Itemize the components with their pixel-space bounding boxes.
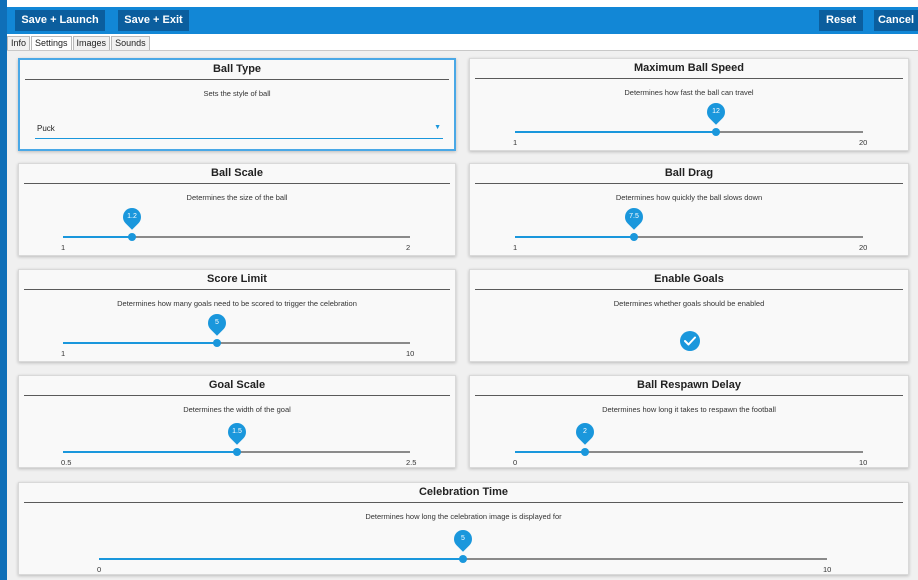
title-divider	[475, 289, 903, 290]
slider-value-label: 1.2	[127, 213, 138, 220]
slider-fill	[63, 342, 218, 344]
reset-button[interactable]: Reset	[819, 10, 863, 31]
slider-thumb[interactable]	[213, 339, 222, 347]
title-divider	[475, 395, 903, 396]
ball-scale-card: Ball Scale Determines the size of the ba…	[18, 163, 456, 256]
slider-value-label: 5	[215, 319, 220, 326]
slider-max-label: 2	[406, 243, 411, 252]
ball-drag-description: Determines how quickly the ball slows do…	[615, 193, 763, 202]
score-limit-title: Score Limit	[207, 273, 267, 285]
slider-value-bubble: 2	[571, 419, 598, 445]
slider-fill	[515, 451, 585, 453]
slider-value-bubble: 5	[450, 526, 476, 552]
slider-fill	[99, 558, 463, 560]
slider-value-label: 5	[461, 535, 465, 542]
enable-goals-description: Determines whether goals should be enabl…	[613, 299, 765, 308]
slider-thumb[interactable]	[128, 233, 137, 241]
ball-type-select[interactable]: Puck ▼	[35, 120, 443, 140]
celebration-time-card: Celebration Time Determines how long the…	[18, 482, 909, 575]
slider-fill	[515, 236, 635, 238]
title-divider	[24, 289, 450, 290]
slider-min-label: 0	[97, 565, 102, 574]
title-divider	[475, 183, 903, 184]
slider-thumb[interactable]	[580, 448, 589, 456]
ball-scale-description: Determines the size of the ball	[186, 193, 288, 202]
slider-max-label: 10	[406, 349, 415, 358]
goal-scale-description: Determines the width of the goal	[183, 405, 291, 414]
slider-min-label: 0.5	[61, 458, 72, 467]
slider-value-bubble: 12	[703, 99, 730, 125]
slider-max-label: 20	[859, 138, 868, 147]
slider-max-label: 20	[859, 243, 868, 252]
slider-min-label: 0	[513, 458, 518, 467]
enable-goals-title: Enable Goals	[654, 273, 724, 285]
tab-info[interactable]: Info	[7, 36, 31, 51]
slider-thumb[interactable]	[712, 128, 721, 136]
select-underline	[35, 138, 443, 139]
slider-value-bubble: 5	[204, 310, 230, 336]
enable-goals-checkbox[interactable]	[680, 331, 700, 351]
goal-scale-title: Goal Scale	[208, 379, 266, 391]
slider-fill	[63, 451, 237, 453]
max-ball-speed-description: Determines how fast the ball can travel	[624, 88, 754, 97]
ball-type-card: Ball Type Sets the style of ball Puck ▼	[18, 58, 456, 151]
slider-min-label: 1	[513, 243, 518, 252]
slider-max-label: 10	[859, 458, 868, 467]
title-divider	[24, 395, 450, 396]
slider-max-label: 10	[823, 565, 832, 574]
title-divider	[24, 183, 450, 184]
title-divider	[475, 78, 903, 79]
toolbar: Save + Launch Save + Exit Reset Cancel	[7, 7, 918, 34]
slider-fill	[515, 131, 717, 133]
slider-value-label: 12	[712, 108, 721, 115]
score-limit-card: Score Limit Determines how many goals ne…	[18, 269, 456, 362]
title-divider	[24, 502, 903, 503]
ball-type-description: Sets the style of ball	[203, 89, 271, 98]
slider-min-label: 1	[513, 138, 518, 147]
max-ball-speed-card: Maximum Ball Speed Determines how fast t…	[469, 58, 909, 151]
tab-bar: Info Settings Images Sounds	[7, 36, 151, 51]
tab-settings[interactable]: Settings	[31, 36, 72, 51]
save-exit-button[interactable]: Save + Exit	[118, 10, 189, 31]
slider-thumb[interactable]	[232, 448, 241, 456]
checkmark-icon	[684, 336, 696, 346]
celebration-time-description: Determines how long the celebration imag…	[365, 512, 562, 521]
slider-min-label: 1	[61, 349, 66, 358]
tab-images[interactable]: Images	[72, 36, 111, 51]
slider-value-bubble: 7.5	[621, 204, 647, 230]
ball-type-value: Puck	[37, 124, 55, 133]
cancel-button[interactable]: Cancel	[874, 10, 918, 31]
chevron-down-icon: ▼	[434, 124, 441, 131]
max-ball-speed-title: Maximum Ball Speed	[633, 62, 745, 74]
ball-respawn-delay-card: Ball Respawn Delay Determines how long i…	[469, 375, 909, 468]
slider-value-label: 1.5	[231, 428, 242, 435]
celebration-time-title: Celebration Time	[418, 486, 509, 498]
slider-thumb[interactable]	[630, 233, 639, 241]
slider-value-label: 7.5	[629, 213, 639, 220]
tab-sounds[interactable]: Sounds	[111, 36, 150, 51]
title-divider	[25, 79, 449, 80]
ball-scale-title: Ball Scale	[211, 167, 263, 179]
ball-drag-title: Ball Drag	[664, 167, 714, 179]
score-limit-description: Determines how many goals need to be sco…	[117, 299, 357, 308]
goal-scale-card: Goal Scale Determines the width of the g…	[18, 375, 456, 468]
slider-value-bubble: 1.2	[119, 204, 146, 230]
slider-max-label: 2.5	[406, 458, 417, 467]
slider-thumb[interactable]	[459, 555, 467, 563]
save-launch-button[interactable]: Save + Launch	[15, 10, 105, 31]
slider-value-label: 2	[582, 428, 587, 435]
ball-respawn-delay-title: Ball Respawn Delay	[637, 379, 741, 391]
ball-type-title: Ball Type	[212, 63, 262, 75]
slider-fill	[63, 236, 133, 238]
ball-drag-card: Ball Drag Determines how quickly the bal…	[469, 163, 909, 256]
slider-min-label: 1	[61, 243, 66, 252]
window-frame-edge	[0, 0, 7, 580]
slider-value-bubble: 1.5	[223, 419, 250, 445]
enable-goals-card: Enable Goals Determines whether goals sh…	[469, 269, 909, 362]
ball-respawn-delay-description: Determines how long it takes to respawn …	[602, 405, 776, 414]
